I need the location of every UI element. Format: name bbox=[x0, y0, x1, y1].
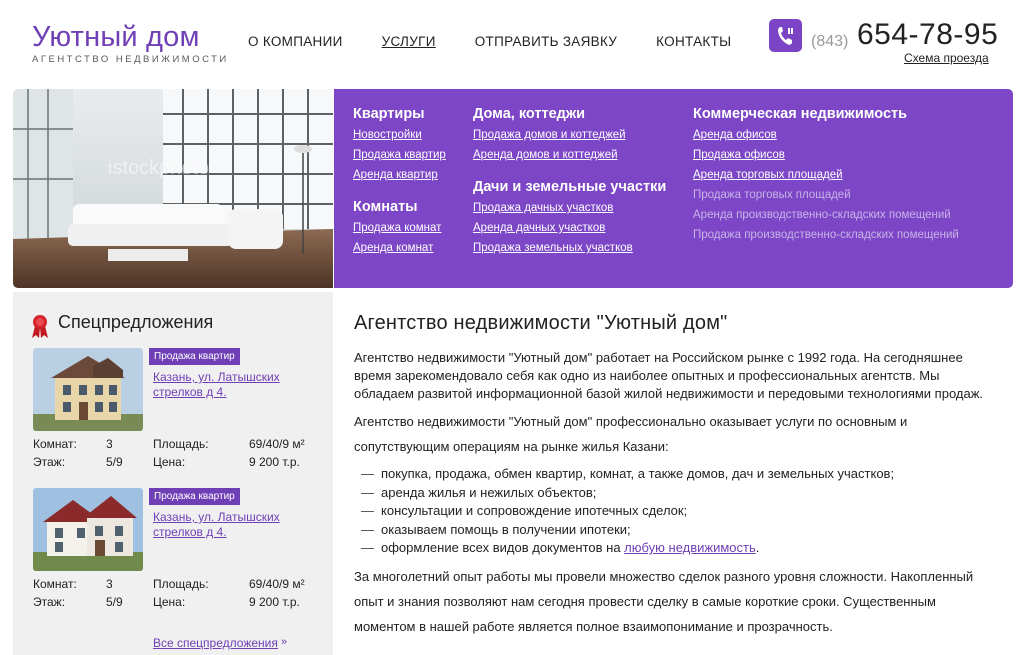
area-label: Площадь: bbox=[153, 577, 209, 591]
svg-text:istockphoto: istockphoto bbox=[108, 157, 209, 179]
menu-link-rent-offices[interactable]: Аренда офисов bbox=[693, 129, 959, 141]
award-ribbon-icon bbox=[32, 315, 48, 338]
services-intro-paragraph: Агентство недвижимости "Уютный дом" проф… bbox=[354, 414, 908, 454]
menu-link-sale-apartments[interactable]: Продажа квартир bbox=[353, 149, 446, 161]
offer-type-badge: Продажа квартир bbox=[149, 348, 240, 365]
menu-link-sale-offices[interactable]: Продажа офисов bbox=[693, 149, 959, 161]
phone-number: 654-78-95 bbox=[857, 18, 999, 51]
rooms-value: 3 bbox=[106, 577, 113, 591]
menu-link-sale-dachas[interactable]: Продажа дачных участков bbox=[473, 202, 666, 214]
menu-link-rent-retail[interactable]: Аренда торговых площадей bbox=[693, 169, 959, 181]
list-item: аренда жилья и нежилых объектов; bbox=[354, 484, 994, 503]
list-item-period: . bbox=[755, 540, 760, 555]
offer-stats: Комнат: 3 Площадь: 69/40/9 м² Этаж: 5/9 … bbox=[33, 577, 323, 613]
menu-link-rent-rooms[interactable]: Аренда комнат bbox=[353, 242, 446, 254]
banner-photo: istockphoto bbox=[13, 89, 333, 288]
menu-link-sale-warehouse[interactable]: Продажа производственно-складских помеще… bbox=[693, 229, 959, 241]
menu-link-rent-warehouse[interactable]: Аренда производственно-складских помещен… bbox=[693, 209, 959, 221]
logo[interactable]: Уютный дом АГЕНТСТВО НЕДВИЖИМОСТИ bbox=[32, 22, 229, 65]
phone-code: (843) bbox=[811, 33, 849, 50]
any-property-link[interactable]: любую недвижимость bbox=[624, 540, 756, 555]
list-item-text: оформление всех видов документов на bbox=[381, 540, 625, 555]
special-offers-sidebar: Спецпредложения Продажа квартир Казань, … bbox=[13, 292, 333, 655]
rooms-label: Комнат: bbox=[33, 577, 77, 591]
menu-heading-commercial: Коммерческая недвижимость bbox=[693, 106, 908, 122]
menu-column-houses: Дома, коттеджи Продажа домов и коттеджей… bbox=[473, 106, 666, 262]
page-title: Агентство недвижимости "Уютный дом" bbox=[354, 312, 728, 334]
menu-heading-apartments: Квартиры bbox=[353, 106, 425, 122]
services-list: покупка, продажа, обмен квартир, комнат,… bbox=[354, 465, 994, 558]
menu-link-sale-rooms[interactable]: Продажа комнат bbox=[353, 222, 446, 234]
experience-paragraph: За многолетний опыт работы мы провели мн… bbox=[354, 568, 974, 634]
phone-icon bbox=[769, 19, 802, 52]
rooms-label: Комнат: bbox=[33, 437, 77, 451]
intro-paragraph: Агентство недвижимости "Уютный дом" рабо… bbox=[354, 350, 984, 401]
all-special-offers-link[interactable]: Все спецпредложения bbox=[153, 636, 278, 650]
rooms-value: 3 bbox=[106, 437, 113, 451]
menu-link-rent-houses[interactable]: Аренда домов и коттеджей bbox=[473, 149, 666, 161]
offer-address-link[interactable]: Казань, ул. Латышских стрелков д 4. bbox=[153, 370, 328, 400]
sidebar-title: Спецпредложения bbox=[58, 312, 214, 332]
offer-address-link[interactable]: Казань, ул. Латышских стрелков д 4. bbox=[153, 510, 328, 540]
menu-link-sale-retail[interactable]: Продажа торговых площадей bbox=[693, 189, 959, 201]
price-value: 9 200 т.р. bbox=[249, 455, 300, 469]
route-map-link[interactable]: Схема проезда bbox=[904, 51, 989, 65]
floor-label: Этаж: bbox=[33, 595, 66, 609]
offer-stats: Комнат: 3 Площадь: 69/40/9 м² Этаж: 5/9 … bbox=[33, 437, 323, 473]
menu-link-new-buildings[interactable]: Новостройки bbox=[353, 129, 446, 141]
logo-title: Уютный дом bbox=[32, 21, 200, 53]
main-content: Агентство недвижимости "Уютный дом" Аген… bbox=[354, 312, 994, 645]
price-label: Цена: bbox=[153, 595, 186, 609]
area-value: 69/40/9 м² bbox=[249, 577, 305, 591]
price-label: Цена: bbox=[153, 455, 186, 469]
menu-heading-land: Дачи и земельные участки bbox=[473, 179, 667, 195]
area-label: Площадь: bbox=[153, 437, 209, 451]
list-item: оказываем помощь в получении ипотеки; bbox=[354, 521, 994, 540]
nav-services[interactable]: УСЛУГИ bbox=[382, 34, 436, 49]
main-nav: О КОМПАНИИ УСЛУГИ ОТПРАВИТЬ ЗАЯВКУ КОНТА… bbox=[248, 34, 731, 49]
offer-house-image[interactable] bbox=[33, 488, 143, 571]
nav-contacts[interactable]: КОНТАКТЫ bbox=[656, 34, 731, 49]
menu-link-sale-houses[interactable]: Продажа домов и коттеджей bbox=[473, 129, 666, 141]
nav-about[interactable]: О КОМПАНИИ bbox=[248, 34, 343, 49]
offer-house-image[interactable] bbox=[33, 348, 143, 431]
list-item: покупка, продажа, обмен квартир, комнат,… bbox=[354, 465, 994, 484]
offer-type-badge: Продажа квартир bbox=[149, 488, 240, 505]
menu-link-rent-dachas[interactable]: Аренда дачных участков bbox=[473, 222, 666, 234]
services-menu-panel: Квартиры Новостройки Продажа квартир Аре… bbox=[334, 89, 1013, 288]
logo-subtitle: АГЕНТСТВО НЕДВИЖИМОСТИ bbox=[32, 54, 229, 65]
menu-link-sale-land[interactable]: Продажа земельных участков bbox=[473, 242, 666, 254]
price-value: 9 200 т.р. bbox=[249, 595, 300, 609]
menu-column-apartments: Квартиры Новостройки Продажа квартир Аре… bbox=[353, 106, 446, 262]
floor-value: 5/9 bbox=[106, 595, 123, 609]
menu-heading-houses: Дома, коттеджи bbox=[473, 106, 586, 122]
double-arrow-icon: » bbox=[281, 636, 288, 648]
list-item: консультации и сопровождение ипотечных с… bbox=[354, 502, 994, 521]
list-item: оформление всех видов документов на любу… bbox=[354, 539, 994, 558]
menu-column-commercial: Коммерческая недвижимость Аренда офисов … bbox=[693, 106, 959, 249]
area-value: 69/40/9 м² bbox=[249, 437, 305, 451]
floor-value: 5/9 bbox=[106, 455, 123, 469]
floor-label: Этаж: bbox=[33, 455, 66, 469]
menu-link-rent-apartments[interactable]: Аренда квартир bbox=[353, 169, 446, 181]
menu-heading-rooms: Комнаты bbox=[353, 199, 418, 215]
nav-send-request[interactable]: ОТПРАВИТЬ ЗАЯВКУ bbox=[475, 34, 617, 49]
